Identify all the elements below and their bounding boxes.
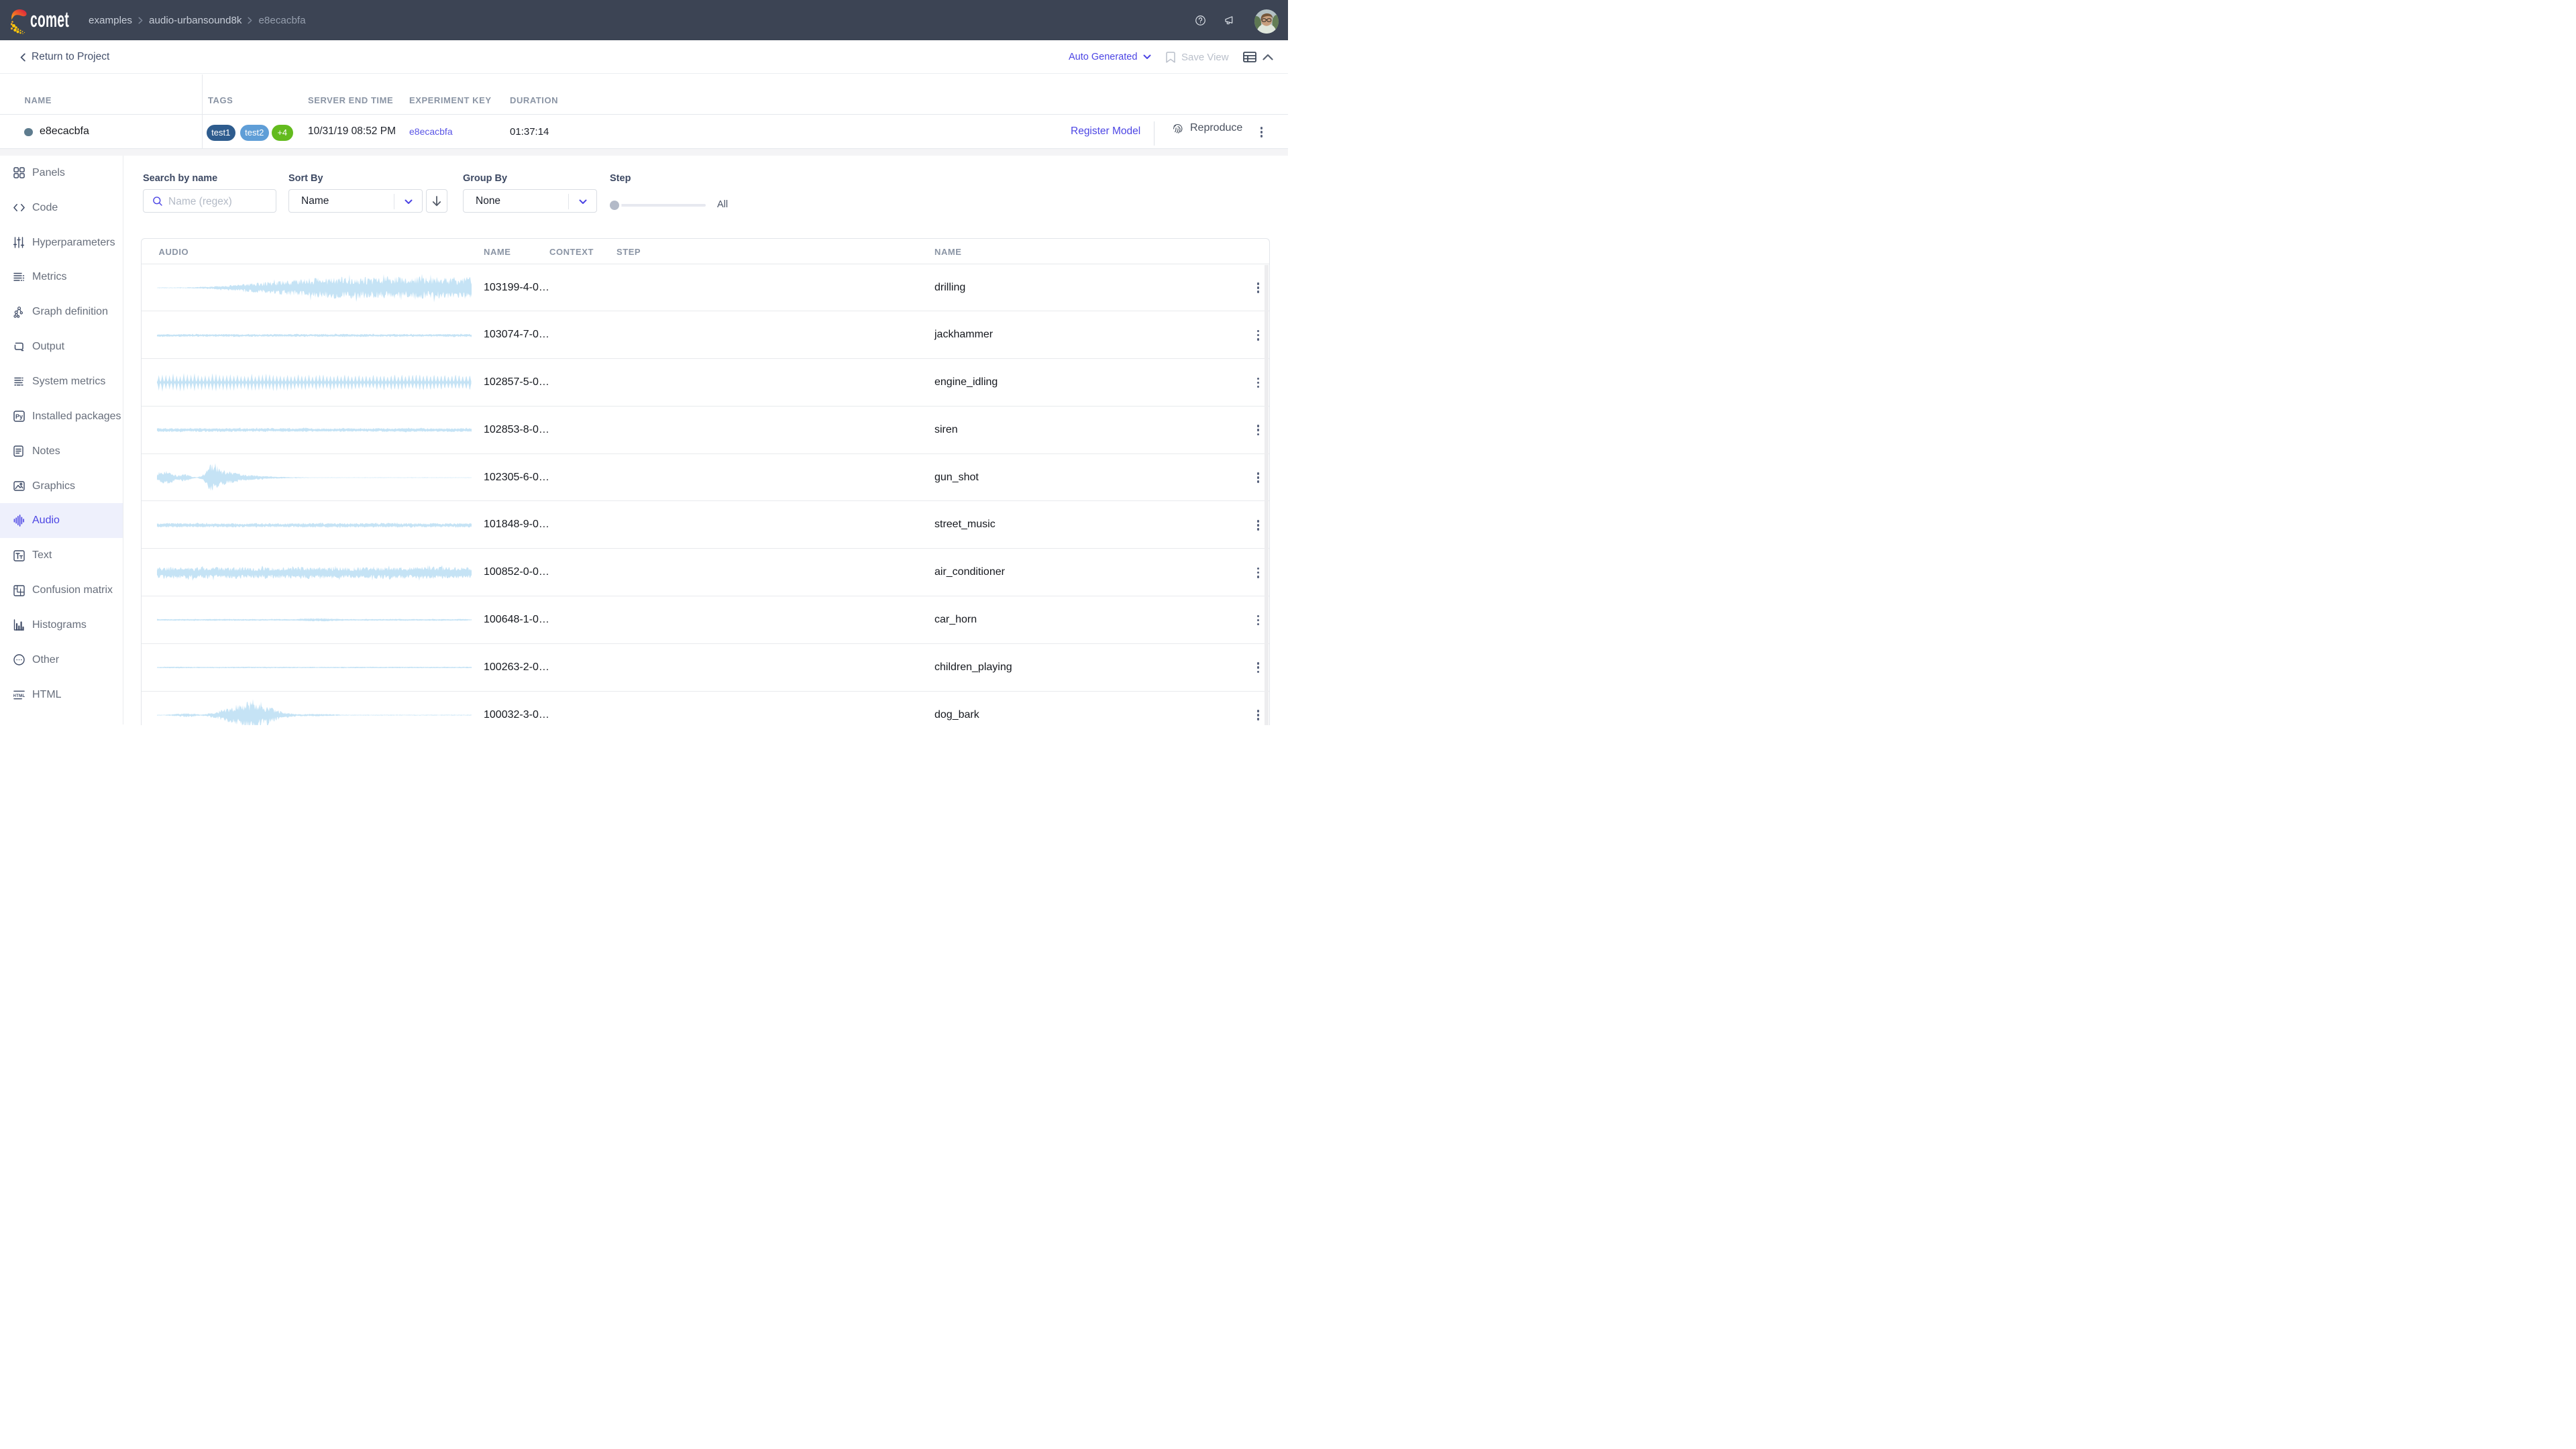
svg-text:Py: Py [15,413,23,420]
svg-text:HTML: HTML [13,693,25,698]
